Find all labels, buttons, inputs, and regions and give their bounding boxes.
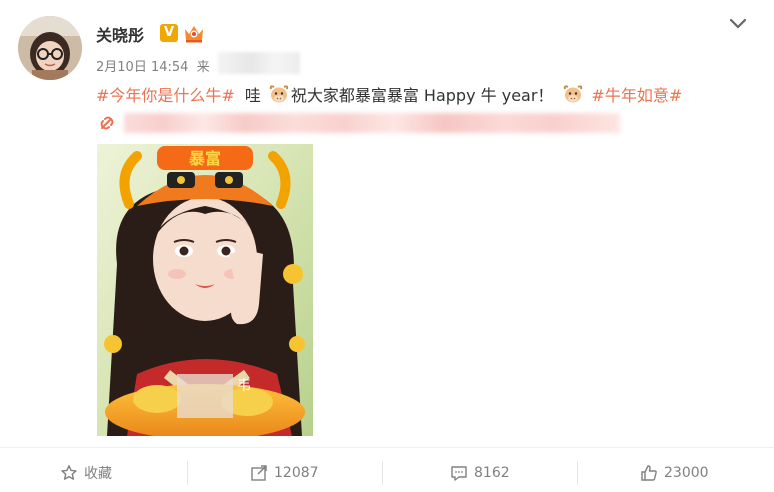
hashtag-link[interactable]: #牛年如意# (591, 82, 682, 106)
star-icon (61, 465, 77, 480)
like-count: 23000 (664, 465, 709, 481)
avatar[interactable] (18, 16, 82, 80)
favorite-button[interactable]: 收藏 (60, 460, 112, 486)
action-separator (382, 461, 383, 485)
comment-icon (451, 466, 467, 481)
photo-hat-text: 暴富 (188, 149, 221, 168)
action-separator (577, 461, 578, 485)
username[interactable]: 关晓彤 (96, 22, 144, 46)
hashtag-link[interactable]: #今年你是什么牛# (96, 82, 235, 106)
post-meta: 2月10日 14:54 来 (96, 56, 210, 75)
post-text-main: 祝大家都暴富暴富 Happy 牛 year！ (290, 86, 554, 105)
ox-emoji-icon (562, 83, 584, 105)
comment-button[interactable]: 8162 (450, 460, 510, 486)
weibo-post-card: 关晓彤 V 2月10日 14:54 来 #今年你是什么牛# 哇 祝大家都暴富暴富… (0, 0, 774, 492)
link-icon[interactable] (96, 112, 118, 134)
svg-text:韦: 韦 (237, 378, 251, 394)
post-text-wa: 哇 (244, 86, 261, 105)
action-separator (187, 461, 188, 485)
ox-emoji-icon (268, 83, 290, 105)
post-time[interactable]: 2月10日 14:54 (96, 60, 188, 75)
repost-button[interactable]: 12087 (250, 460, 319, 486)
post-link-line (96, 110, 620, 136)
link-text-blurred[interactable] (124, 113, 620, 133)
member-crown-icon[interactable] (182, 22, 206, 44)
comment-count: 8162 (474, 465, 510, 481)
thumbs-up-icon (641, 465, 657, 481)
action-bar-divider (0, 447, 774, 448)
repost-count: 12087 (274, 465, 319, 481)
like-button[interactable]: 23000 (640, 460, 709, 486)
verified-badge-icon[interactable]: V (160, 24, 178, 42)
source-blurred (218, 52, 300, 74)
chevron-down-icon[interactable] (728, 16, 748, 32)
post-source-prefix: 来 (196, 60, 210, 75)
share-icon (251, 465, 267, 481)
favorite-label: 收藏 (84, 466, 112, 482)
post-photo[interactable]: 暴富 韦 (97, 144, 313, 436)
post-text: #今年你是什么牛# 哇 祝大家都暴富暴富 Happy 牛 year！ #牛年如意… (96, 81, 682, 107)
